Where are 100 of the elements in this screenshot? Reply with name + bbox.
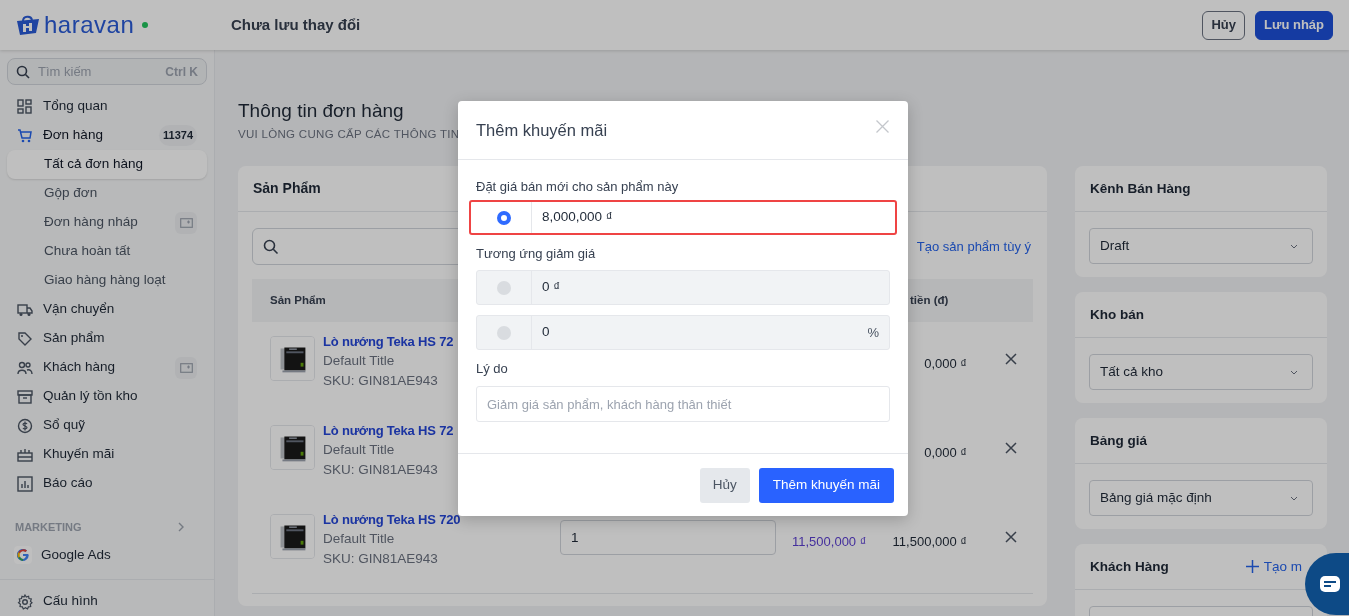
product-name-link[interactable]: Lò nướng Teka HS 72 xyxy=(323,421,454,441)
dashboard-icon xyxy=(17,98,33,115)
nav-item[interactable]: Quản lý tồn kho xyxy=(7,382,207,412)
save-draft-button[interactable]: Lưu nháp xyxy=(1255,10,1333,40)
page-status: Chưa lưu thay đổi xyxy=(231,14,361,35)
nav-item[interactable]: Cấu hình xyxy=(7,587,207,616)
field-label: Tương ứng giảm giá xyxy=(476,246,597,261)
page-subtitle: VUI LÒNG CUNG CẤP CÁC THÔNG TIN xyxy=(238,127,460,142)
coin-icon xyxy=(17,417,33,434)
search-icon xyxy=(263,238,279,255)
column-header: Sản Phẩm xyxy=(269,293,327,309)
search-icon xyxy=(16,64,30,79)
count-badge: 11374 xyxy=(159,125,197,146)
column-header: tiền (đ) xyxy=(910,293,949,309)
quantity-field[interactable]: 1 xyxy=(560,520,776,556)
field-label: Đặt giá bán mới cho sản phẩm này xyxy=(476,179,680,194)
close-icon xyxy=(1005,353,1017,366)
modal-title: Thêm khuyến mãi xyxy=(476,119,608,141)
product-sku: SKU: GIN81AE943 xyxy=(323,372,438,391)
nav-subitem[interactable]: Tất cả đơn hàng xyxy=(7,150,207,180)
archive-icon xyxy=(17,388,33,405)
shortcut-hint: Ctrl K xyxy=(165,63,198,81)
line-total: 11,500,000 ₫ xyxy=(892,534,967,550)
product-variant: Default Title xyxy=(323,352,395,371)
nav-item[interactable]: Sản phẩm xyxy=(7,324,207,354)
nav-item[interactable]: Khuyến mãi xyxy=(7,440,207,470)
nav-label: Giao hàng hàng loạt xyxy=(44,271,166,290)
unit-price: 11,500,000 ₫ xyxy=(792,534,867,550)
product-name-link[interactable]: Lò nướng Teka HS 720 xyxy=(323,510,461,530)
product-variant: Default Title xyxy=(323,530,395,549)
close-icon xyxy=(1005,531,1017,544)
nav-item[interactable]: Sổ quỹ xyxy=(7,411,207,441)
chart-icon xyxy=(17,475,33,492)
nav-item[interactable]: Báo cáo xyxy=(7,469,207,499)
nav-label: Quản lý tồn kho xyxy=(43,387,138,406)
field-label: Lý do xyxy=(476,361,509,376)
select-dropdown[interactable]: Tất cả kho xyxy=(1089,354,1313,391)
remove-button[interactable] xyxy=(1005,353,1017,366)
select-value: Tất cả kho xyxy=(1100,363,1164,382)
line-total: 0,000 ₫ xyxy=(924,445,967,461)
nav-item[interactable]: Tổng quan xyxy=(7,92,207,122)
nav-label: Cấu hình xyxy=(43,592,98,611)
amount-value: 0 xyxy=(541,323,550,342)
chevron-right-icon xyxy=(177,522,185,533)
nav-subitem[interactable]: Đơn hàng nháp xyxy=(7,208,207,238)
nav-subitem[interactable]: Gộp đơn xyxy=(7,179,207,209)
nav-label: Google Ads xyxy=(41,545,111,564)
bag-icon xyxy=(14,13,42,37)
nav-item[interactable]: Khách hàng xyxy=(7,353,207,383)
card-title: Sản Phẩm xyxy=(253,179,321,199)
nav-label: Khuyến mãi xyxy=(43,445,115,464)
nav-label: Chưa hoàn tất xyxy=(44,242,131,261)
chevron-down-icon xyxy=(1290,369,1298,375)
reason-input-field[interactable]: Giảm giá sản phẩm, khách hàng thân thiết xyxy=(476,386,890,422)
nav-item[interactable]: Vận chuyển xyxy=(7,295,207,325)
card-title: Kho bán xyxy=(1090,305,1144,324)
nav-label: Đơn hàng xyxy=(43,126,103,145)
amount-input[interactable]: 8,000,000 ₫ xyxy=(469,200,897,235)
select-value: Draft xyxy=(1100,237,1130,256)
cancel-button[interactable]: Hủy xyxy=(699,467,750,503)
nav-label: Tổng quan xyxy=(43,97,108,116)
select-value: Bảng giá mặc định xyxy=(1100,489,1212,508)
line-total: 0,000 ₫ xyxy=(924,356,967,372)
chevron-down-icon xyxy=(1290,243,1298,249)
nav-item[interactable]: Google Ads xyxy=(7,541,207,569)
close-icon xyxy=(1005,442,1017,455)
card-title: Bảng giá xyxy=(1090,431,1147,450)
nav-subitem[interactable]: Giao hàng hàng loạt xyxy=(7,266,207,296)
truck-icon xyxy=(17,301,33,318)
nav-item[interactable]: Đơn hàng 11374 xyxy=(7,121,207,151)
card-title: Khách Hàng xyxy=(1090,557,1169,576)
logo-text: haravan xyxy=(44,13,135,37)
product-sku: SKU: GIN81AE943 xyxy=(323,461,438,480)
create-custom-product-link[interactable]: Tạo sản phẩm tùy ý xyxy=(916,237,1031,257)
product-variant: Default Title xyxy=(323,441,395,460)
nav-label: Sổ quỹ xyxy=(43,416,86,435)
search-placeholder: Tìm kiếm xyxy=(38,62,92,81)
nav-label: Báo cáo xyxy=(43,474,93,493)
gift-icon xyxy=(17,446,33,463)
nav-label: Vận chuyển xyxy=(43,300,115,319)
radio-button[interactable] xyxy=(497,210,511,225)
percent-suffix: % xyxy=(867,323,880,342)
window-icon xyxy=(179,217,193,228)
remove-button[interactable] xyxy=(1005,442,1017,455)
chat-icon xyxy=(1320,576,1340,592)
cancel-button[interactable]: Hủy xyxy=(1202,10,1246,40)
nav-label: Gộp đơn xyxy=(44,184,98,203)
section-heading: MARKETING xyxy=(15,519,82,535)
nav-label: Sản phẩm xyxy=(43,329,105,348)
remove-button[interactable] xyxy=(1005,531,1017,544)
status-dot-icon xyxy=(142,22,149,28)
page-title: Thông tin đơn hàng xyxy=(238,100,405,122)
select-dropdown[interactable]: Bảng giá mặc định xyxy=(1089,480,1313,517)
select-dropdown[interactable]: Draft xyxy=(1089,228,1313,265)
add-promotion-button[interactable]: Thêm khuyến mãi xyxy=(758,467,894,503)
close-icon xyxy=(876,120,889,133)
create-new-link[interactable]: Tạo m xyxy=(1245,556,1302,577)
tag-icon xyxy=(17,330,33,347)
nav-subitem[interactable]: Chưa hoàn tất xyxy=(7,237,207,267)
product-name-link[interactable]: Lò nướng Teka HS 72 xyxy=(323,332,454,352)
